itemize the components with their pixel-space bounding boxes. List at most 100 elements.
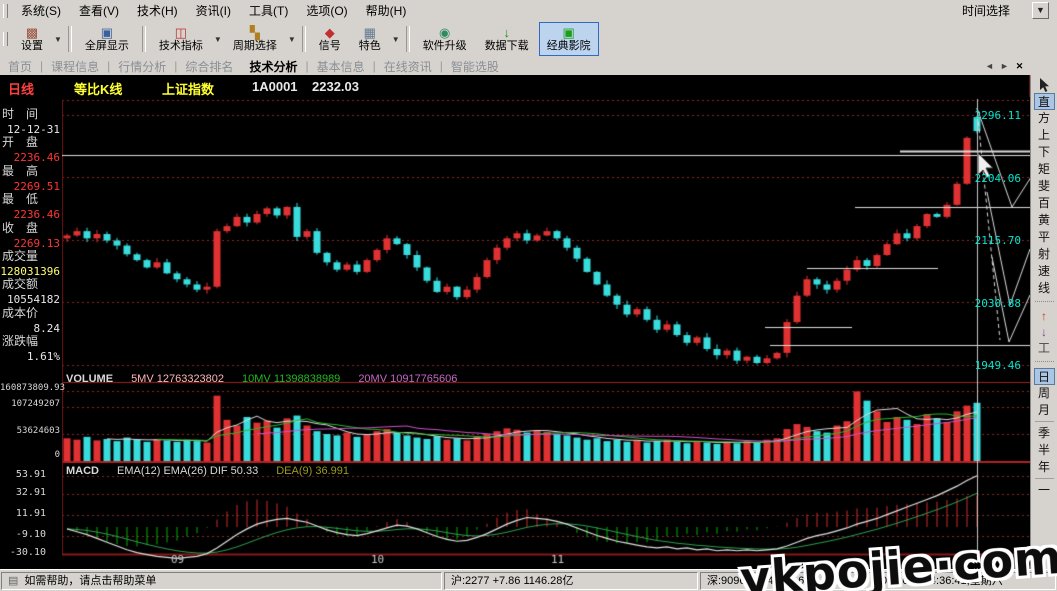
draw-tool-golden-ratio[interactable]: 黄 — [1034, 212, 1055, 229]
status-help-segment: ▤ 如需帮助，请点击帮助菜单 — [1, 572, 442, 590]
chevron-down-icon[interactable]: ▼ — [214, 35, 222, 44]
chevron-down-icon[interactable]: ▼ — [1032, 2, 1049, 19]
draw-tool-speed-line[interactable]: 速 — [1034, 263, 1055, 280]
draw-tool-down-channel[interactable]: 下 — [1034, 144, 1055, 161]
draw-tool-up-channel[interactable]: 上 — [1034, 127, 1055, 144]
kline-chart-canvas[interactable] — [62, 97, 1030, 565]
draw-tool-ray[interactable]: 射 — [1034, 246, 1055, 263]
tab-technical[interactable]: 技术分析 — [241, 57, 305, 76]
menu-item-help[interactable]: 帮助(H) — [357, 0, 416, 21]
down-arrow-icon[interactable]: ↓ — [1034, 324, 1055, 340]
macd-params-label: EMA(12) EMA(26) DIF 50.33 — [117, 465, 258, 477]
toolbar-button-special[interactable]: ▦ 特色 — [351, 22, 389, 56]
toolbar-button-fullscreen[interactable]: ▣ 全屏显示 — [77, 22, 137, 56]
grip-handle — [3, 4, 8, 18]
toolbar-button-signal[interactable]: ◆ 信号 — [311, 22, 349, 56]
pointer-icon[interactable] — [1037, 77, 1051, 93]
up-arrow-icon[interactable]: ↑ — [1034, 308, 1055, 324]
toolbar-label: 特色 — [359, 40, 381, 52]
tab-course[interactable]: 课程信息 — [43, 57, 107, 76]
time-select-dropdown[interactable]: 时间选择 ▼ — [956, 2, 1049, 19]
info-row-change: 涨跌幅 1.61% — [0, 332, 62, 360]
macd-axis-label: 32.91 — [0, 487, 46, 498]
toolbar-button-upgrade[interactable]: ◉ 软件升级 — [415, 22, 475, 56]
info-row-volume: 成交量 128031396 — [0, 247, 62, 275]
toolbar-button-download[interactable]: ↓ 数据下载 — [477, 22, 537, 56]
period-day[interactable]: 日 — [1034, 368, 1055, 385]
period-year[interactable]: 年 — [1034, 459, 1055, 476]
period-month[interactable]: 月 — [1034, 402, 1055, 419]
draw-tool-box[interactable]: 方 — [1034, 110, 1055, 127]
tab-quotes[interactable]: 行情分析 — [110, 57, 174, 76]
toolbar-label: 软件升级 — [423, 40, 467, 52]
volume-axis-label: 107249207 — [0, 399, 60, 409]
toolbar-separator — [142, 26, 146, 52]
chart-header: 日线 等比K线 上证指数 1A0001 2232.03 — [0, 77, 1030, 96]
toolbar-button-indicators[interactable]: ◫ 技术指标 — [151, 22, 211, 56]
settings-icon: ▩ — [26, 26, 38, 40]
tab-home[interactable]: 首页 — [0, 57, 40, 76]
ruler-tool-icon[interactable]: 工 — [1034, 340, 1055, 357]
info-value: 1.61% — [0, 350, 62, 363]
app-window: 系统(S) 查看(V) 技术(H) 资讯(I) 工具(T) 选项(O) 帮助(H… — [0, 0, 1057, 591]
toolbar-button-settings[interactable]: ▩ 设置 — [13, 22, 51, 56]
info-row-turnover: 成交额 10554182 — [0, 275, 62, 303]
menu-item-technical[interactable]: 技术(H) — [128, 0, 187, 21]
drawing-toolbar: 直 方 上 下 矩 斐 百 黄 平 射 速 线 ↑ ↓ 工 日 周 月 季 半 … — [1030, 75, 1057, 569]
toolbar-separator — [68, 26, 72, 52]
info-row-low: 最 低 2236.46 — [0, 190, 62, 218]
toolbar-button-period[interactable]: ▚ 周期选择 — [225, 22, 285, 56]
next-arrow-icon[interactable]: ► — [997, 59, 1012, 73]
info-row-high: 最 高 2269.51 — [0, 162, 62, 190]
tab-online-news[interactable]: 在线资讯 — [376, 57, 440, 76]
toolbar-label: 信号 — [319, 40, 341, 52]
info-label: 成本价 — [0, 304, 62, 321]
fullscreen-icon: ▣ — [101, 26, 113, 40]
tab-stock-pick[interactable]: 智能选股 — [443, 57, 507, 76]
info-label: 最 高 — [0, 162, 62, 179]
period-one-minute[interactable]: 一 — [1034, 482, 1055, 499]
draw-tool-segment[interactable]: 线 — [1034, 280, 1055, 297]
info-row-time: 时 间 12-12-31 — [0, 105, 62, 133]
info-label: 时 间 — [0, 105, 62, 122]
menu-item-options[interactable]: 选项(O) — [297, 0, 356, 21]
toolbar-label: 经典影院 — [547, 40, 591, 52]
period-quarter[interactable]: 季 — [1034, 425, 1055, 442]
chevron-down-icon[interactable]: ▼ — [288, 35, 296, 44]
menu-item-news[interactable]: 资讯(I) — [187, 0, 240, 21]
draw-tool-rectangle[interactable]: 矩 — [1034, 161, 1055, 178]
info-row-open: 开 盘 2236.46 — [0, 133, 62, 161]
macd-axis-label: 11.91 — [0, 508, 46, 519]
period-half-year[interactable]: 半 — [1034, 442, 1055, 459]
menu-item-tools[interactable]: 工具(T) — [240, 0, 297, 21]
special-icon: ▦ — [364, 26, 376, 40]
close-icon[interactable]: ✕ — [1012, 59, 1027, 73]
chevron-down-icon[interactable]: ▼ — [54, 35, 62, 44]
draw-tool-parallel-lines[interactable]: 平 — [1034, 229, 1055, 246]
draw-tool-fibonacci[interactable]: 斐 — [1034, 178, 1055, 195]
cinema-icon: ▣ — [563, 26, 575, 40]
chevron-down-icon[interactable]: ▼ — [392, 35, 400, 44]
tab-ranking[interactable]: 综合排名 — [177, 57, 241, 76]
macd-pane-header: MACD EMA(12) EMA(26) DIF 50.33 DEA(9) 36… — [66, 465, 349, 477]
toolbar-label: 周期选择 — [233, 40, 277, 52]
menu-item-system[interactable]: 系统(S) — [12, 0, 70, 21]
tab-fundamental[interactable]: 基本信息 — [309, 57, 373, 76]
toolbar: ▩ 设置 ▼ ▣ 全屏显示 ◫ 技术指标 ▼ ▚ 周期选择 ▼ ◆ 信号 ▦ 特… — [0, 21, 1057, 58]
info-panel: 时 间 12-12-31 开 盘 2236.46 最 高 2269.51 最 低… — [0, 105, 62, 361]
prev-arrow-icon[interactable]: ◄ — [982, 59, 997, 73]
macd-dea-label: DEA(9) 36.991 — [276, 465, 349, 477]
info-row-cost: 成本价 8.24 — [0, 304, 62, 332]
price-label: 2232.03 — [312, 79, 359, 94]
toolbar-button-cinema[interactable]: ▣ 经典影院 — [539, 22, 599, 56]
menu-item-view[interactable]: 查看(V) — [70, 0, 128, 21]
draw-tool-percent[interactable]: 百 — [1034, 195, 1055, 212]
status-bar: ▤ 如需帮助，请点击帮助菜单 沪:2277 +7.86 1146.28亿 深:9… — [0, 569, 1057, 591]
macd-title: MACD — [66, 465, 99, 477]
toolbar-label: 数据下载 — [485, 40, 529, 52]
upgrade-icon: ◉ — [439, 26, 450, 40]
period-week[interactable]: 周 — [1034, 385, 1055, 402]
toolbar-divider — [1035, 301, 1054, 308]
draw-tool-line[interactable]: 直 — [1034, 93, 1055, 110]
status-shanghai-quote: 沪:2277 +7.86 1146.28亿 — [444, 572, 698, 590]
